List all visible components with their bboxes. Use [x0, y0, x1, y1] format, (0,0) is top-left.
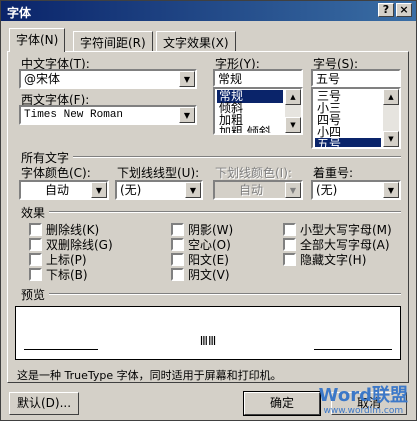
scroll-down-icon[interactable]: ▼ [383, 131, 399, 147]
help-button[interactable]: ? [378, 3, 394, 17]
scroll-down-icon[interactable]: ▼ [285, 117, 301, 133]
font-dialog: 字体 ? × 字体(N) 字符间距(R) 文字效果(X) 中文字体(T): @宋… [0, 0, 417, 421]
preview-baseline-left [24, 349, 98, 350]
all-caps-checkbox[interactable] [283, 238, 296, 251]
tab-text-effects[interactable]: 文字效果(X) [156, 31, 236, 51]
all-text-divider [73, 156, 401, 158]
chevron-down-icon[interactable]: ▼ [185, 182, 201, 198]
chevron-down-icon[interactable]: ▼ [179, 107, 195, 123]
style-scrollbar[interactable]: ▲ ▼ [285, 89, 301, 133]
ok-button[interactable]: 确定 [243, 391, 321, 416]
preview-baseline-right [314, 349, 392, 350]
size-scrollbar[interactable]: ▲ ▼ [383, 89, 399, 147]
watermark-brand: Word联盟 [318, 385, 408, 406]
scroll-up-icon[interactable]: ▲ [383, 89, 399, 105]
preview-box: ⅢⅢ [15, 306, 401, 360]
subscript-label[interactable]: 下标(B) [46, 266, 88, 283]
small-caps-checkbox[interactable] [283, 223, 296, 236]
close-button[interactable]: × [396, 3, 412, 17]
font-color-value: 自动 [45, 183, 70, 197]
font-color-combo[interactable]: 自动 ▼ [19, 180, 109, 200]
emphasis-label: 着重号: [313, 166, 354, 180]
chinese-font-value: @宋体 [24, 72, 61, 86]
strikethrough-checkbox[interactable] [29, 223, 42, 236]
font-info-note: 这是一种 TrueType 字体，同时适用于屏幕和打印机。 [17, 369, 282, 382]
chinese-font-combo[interactable]: @宋体 ▼ [19, 69, 197, 89]
effects-heading: 效果 [21, 206, 46, 220]
size-input[interactable]: 五号 [311, 69, 401, 87]
preview-heading: 预览 [21, 288, 46, 302]
western-font-value: Times New Roman [24, 109, 124, 121]
hidden-checkbox[interactable] [283, 253, 296, 266]
window-title: 字体 [7, 6, 32, 20]
subscript-checkbox[interactable] [29, 268, 42, 281]
emphasis-value: (无) [316, 183, 338, 197]
underline-style-combo[interactable]: (无) ▼ [115, 180, 203, 200]
style-list[interactable]: 常规 倾斜 加粗 加粗 倾斜 ▲ ▼ [213, 87, 303, 135]
emphasis-combo[interactable]: (无) ▼ [311, 180, 401, 200]
preview-sample: ⅢⅢ [199, 334, 217, 348]
watermark: Word联盟 www.wordlm.com [318, 385, 408, 417]
size-option[interactable]: 五号 [315, 138, 381, 147]
engrave-checkbox[interactable] [171, 268, 184, 281]
underline-style-label: 下划线线型(U): [117, 166, 200, 180]
double-strikethrough-checkbox[interactable] [29, 238, 42, 251]
watermark-url: www.wordlm.com [323, 406, 404, 416]
size-list[interactable]: 三号 小三 四号 小四 五号 ▲ ▼ [311, 87, 401, 149]
chevron-down-icon[interactable]: ▼ [91, 182, 107, 198]
chevron-down-icon[interactable]: ▼ [383, 182, 399, 198]
outline-checkbox[interactable] [171, 238, 184, 251]
style-option[interactable]: 加粗 倾斜 [217, 126, 283, 134]
tab-character-spacing[interactable]: 字符间距(R) [73, 31, 153, 51]
chevron-down-icon[interactable]: ▼ [179, 71, 195, 87]
underline-color-value: 自动 [239, 183, 264, 197]
scroll-up-icon[interactable]: ▲ [285, 89, 301, 105]
chevron-down-icon[interactable]: ▼ [285, 182, 301, 198]
underline-style-value: (无) [120, 183, 142, 197]
hidden-label[interactable]: 隐藏文字(H) [300, 251, 366, 268]
tab-font[interactable]: 字体(N) [9, 28, 66, 52]
engrave-label[interactable]: 阴文(V) [188, 266, 230, 283]
western-font-combo[interactable]: Times New Roman ▼ [19, 105, 197, 125]
underline-color-combo[interactable]: 自动 ▼ [213, 180, 303, 200]
style-input[interactable]: 常规 [213, 69, 303, 87]
font-color-label: 字体颜色(C): [21, 166, 91, 180]
title-bar[interactable]: 字体 ? × [1, 1, 416, 21]
superscript-checkbox[interactable] [29, 253, 42, 266]
underline-color-label: 下划线颜色(I): [215, 166, 292, 180]
effects-divider [49, 211, 401, 213]
emboss-checkbox[interactable] [171, 253, 184, 266]
shadow-checkbox[interactable] [171, 223, 184, 236]
default-button[interactable]: 默认(D)... [9, 392, 79, 415]
preview-divider [49, 293, 401, 295]
